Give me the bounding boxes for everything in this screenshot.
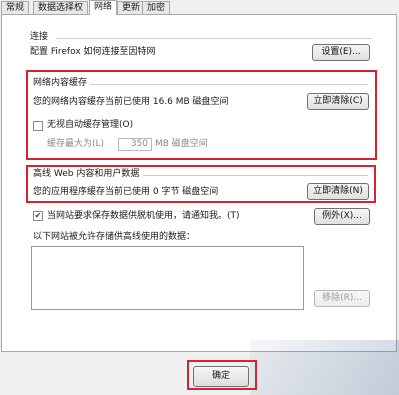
clear-offline-data-button[interactable]: 立即清除(N) <box>307 183 369 200</box>
web-cache-usage: 您的网络内容缓存当前已使用 16.6 MB 磁盘空间 <box>33 97 229 107</box>
remove-button[interactable]: 移除(R)... <box>314 290 370 307</box>
override-cache-checkbox[interactable] <box>33 121 43 131</box>
tab-encryption[interactable]: 加密 <box>142 1 171 15</box>
web-cache-divider <box>90 84 368 85</box>
notify-offline-label: 当网站要求保存数据供脱机使用，请通知我。(T) <box>47 211 240 221</box>
offline-title: 高线 Web 内容和用户数据 <box>33 169 140 179</box>
tab-general[interactable]: 常规 <box>1 1 30 15</box>
clear-web-cache-button[interactable]: 立即清除(C) <box>307 93 369 110</box>
watermark-logo <box>307 358 385 374</box>
offline-divider <box>143 175 368 176</box>
exceptions-button[interactable]: 例外(X)... <box>314 208 370 225</box>
notify-offline-checkbox[interactable]: ✔ <box>33 211 43 221</box>
offline-usage: 您的应用程序缓存当前已使用 0 字节 磁盘空间 <box>33 187 219 197</box>
override-cache-label: 无视自动缓存管理(O) <box>47 120 134 130</box>
cache-limit-input[interactable]: 350 <box>118 138 152 151</box>
connection-description: 配置 Firefox 如何连接至因特网 <box>30 47 156 57</box>
web-cache-title: 网络内容缓存 <box>33 78 88 88</box>
tab-network[interactable]: 网络 <box>89 0 118 15</box>
allowed-sites-list[interactable] <box>31 246 304 310</box>
cache-limit-label: 缓存最大为(L) <box>47 139 105 149</box>
cache-limit-unit: MB 磁盘空间 <box>155 139 208 149</box>
highlight-ok-button <box>187 360 257 390</box>
connection-divider <box>56 38 372 39</box>
allowed-sites-label: 以下网站被允许存储供高线使用的数据： <box>33 232 196 242</box>
connection-settings-button[interactable]: 设置(E)... <box>312 44 370 61</box>
tab-data-choices[interactable]: 数据选择权 <box>33 1 89 15</box>
tab-update[interactable]: 更新 <box>117 1 146 15</box>
connection-title: 连接 <box>30 32 49 42</box>
